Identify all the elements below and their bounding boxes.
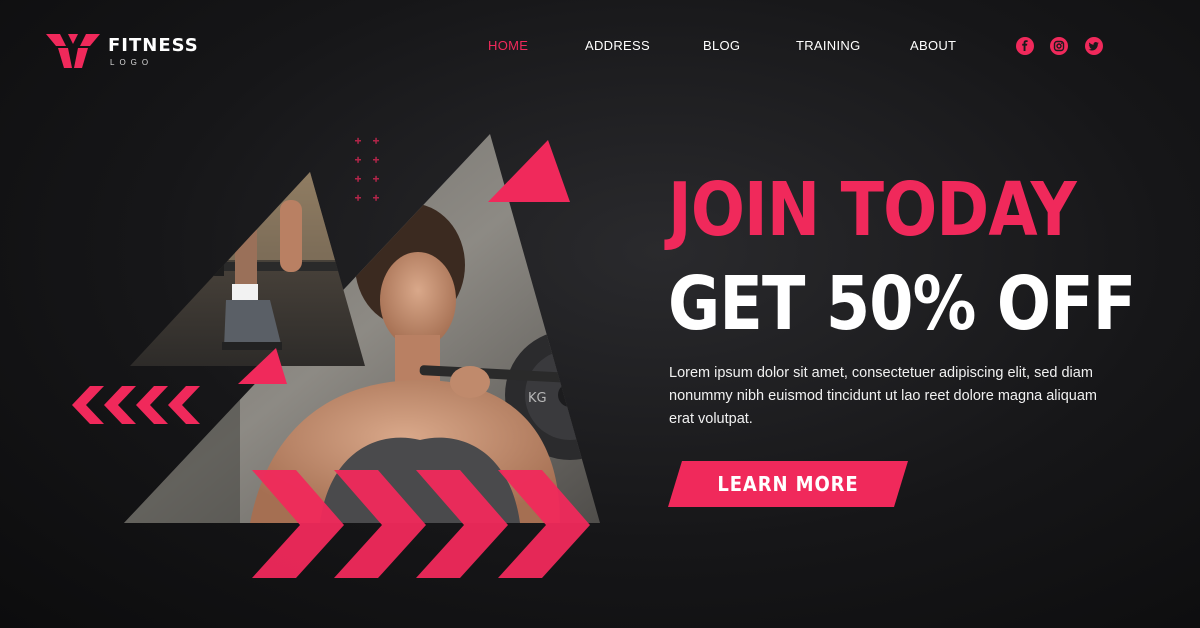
learn-more-button[interactable]: LEARN MORE — [668, 461, 908, 507]
hero-headline-join: JOIN TODAY — [668, 167, 1077, 253]
nav-item-about[interactable]: ABOUT — [910, 38, 956, 53]
nav-item-training[interactable]: TRAINING — [796, 38, 861, 53]
twitter-icon[interactable] — [1085, 37, 1103, 55]
nav-item-blog[interactable]: BLOG — [703, 38, 740, 53]
barbell-lift-photo — [130, 172, 365, 366]
learn-more-label: LEARN MORE — [717, 472, 859, 496]
left-chevrons — [72, 386, 200, 424]
hero-body-text: Lorem ipsum dolor sit amet, consectetuer… — [669, 365, 1097, 427]
hero-headline-discount: GET 50% OFF — [668, 261, 1136, 347]
plate-label: KG — [528, 391, 547, 406]
plus-pattern — [355, 137, 379, 201]
hero-collage: KG — [72, 134, 600, 578]
facebook-icon[interactable] — [1016, 37, 1034, 55]
instagram-icon[interactable] — [1050, 37, 1068, 55]
